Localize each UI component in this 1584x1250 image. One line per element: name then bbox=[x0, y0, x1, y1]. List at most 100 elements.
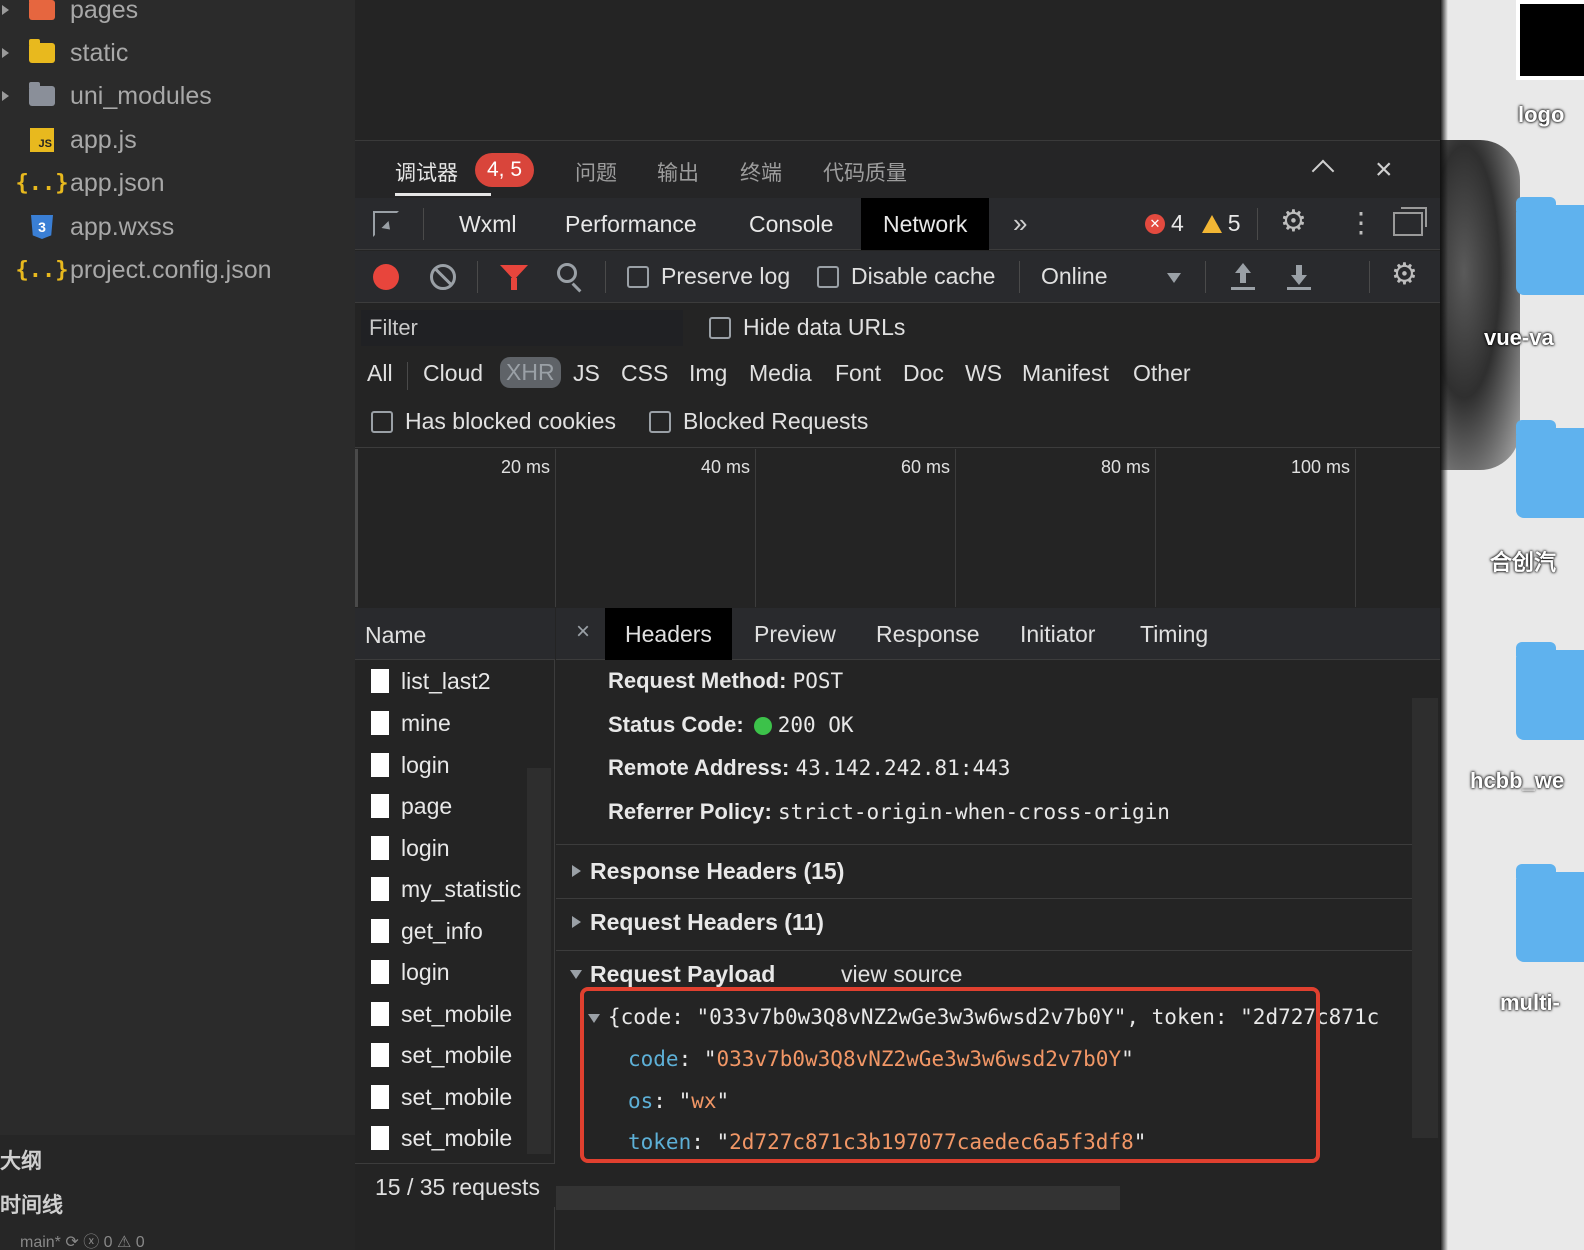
filter-type-manifest[interactable]: Manifest bbox=[1022, 360, 1109, 387]
filter-type-media[interactable]: Media bbox=[749, 360, 812, 387]
desktop-item-label[interactable]: 合创汽 bbox=[1490, 545, 1556, 577]
more-tabs-icon[interactable]: » bbox=[1013, 208, 1027, 239]
close-icon[interactable]: × bbox=[576, 618, 590, 646]
details-scrollbar[interactable] bbox=[1412, 698, 1438, 1138]
filter-type-css[interactable]: CSS bbox=[621, 360, 668, 387]
request-row[interactable]: get_info bbox=[355, 910, 527, 952]
has-blocked-cookies-checkbox[interactable]: Has blocked cookies bbox=[371, 408, 616, 435]
blocked-requests-checkbox[interactable]: Blocked Requests bbox=[649, 408, 868, 435]
inspect-element-icon[interactable] bbox=[373, 211, 399, 237]
desktop-item-label[interactable]: logo bbox=[1518, 102, 1564, 128]
request-row[interactable]: login bbox=[355, 951, 527, 993]
desktop-item-label[interactable]: vue-va bbox=[1484, 325, 1554, 351]
filter-type-cloud[interactable]: Cloud bbox=[423, 360, 483, 387]
request-row[interactable]: my_statistic bbox=[355, 868, 527, 910]
request-row[interactable]: set_mobile bbox=[355, 1034, 527, 1076]
folder-icon[interactable] bbox=[1516, 864, 1584, 962]
network-settings-gear-icon[interactable]: ⚙ bbox=[1391, 257, 1418, 292]
desktop-item-label[interactable]: hcbb_we bbox=[1470, 768, 1564, 794]
chevron-down-icon[interactable] bbox=[1167, 273, 1181, 283]
request-row[interactable]: set_mobile bbox=[355, 1117, 527, 1159]
filter-type-ws[interactable]: WS bbox=[965, 360, 1002, 387]
tree-item-project-config[interactable]: {..} project.config.json bbox=[0, 248, 355, 292]
folder-icon[interactable] bbox=[1516, 420, 1584, 518]
tab-debugger[interactable]: 调试器 bbox=[395, 157, 458, 187]
filter-input[interactable] bbox=[361, 310, 683, 346]
request-list-scrollbar[interactable] bbox=[527, 768, 551, 1154]
undock-icon[interactable] bbox=[1393, 207, 1427, 236]
chevron-up-icon[interactable] bbox=[1311, 159, 1335, 183]
tree-item-uni-modules[interactable]: uni_modules bbox=[0, 74, 355, 118]
collapse-caret-icon[interactable] bbox=[570, 970, 582, 979]
tab-performance[interactable]: Performance bbox=[543, 198, 719, 250]
document-icon bbox=[371, 919, 389, 943]
checkbox-box[interactable] bbox=[371, 410, 393, 433]
expand-caret-icon[interactable] bbox=[2, 48, 9, 58]
filter-type-xhr[interactable]: XHR bbox=[500, 357, 561, 388]
folder-icon[interactable] bbox=[1516, 642, 1584, 740]
clear-icon[interactable] bbox=[430, 264, 456, 290]
view-source-link[interactable]: view source bbox=[841, 961, 962, 988]
folder-icon[interactable] bbox=[1516, 197, 1584, 295]
search-icon[interactable] bbox=[557, 263, 577, 283]
tab-initiator[interactable]: Initiator bbox=[1000, 608, 1115, 660]
tab-preview[interactable]: Preview bbox=[734, 608, 856, 660]
expand-caret-icon[interactable] bbox=[572, 916, 581, 928]
tree-item-app-js[interactable]: JS app.js bbox=[0, 118, 355, 162]
hide-data-urls-checkbox[interactable]: Hide data URLs bbox=[709, 314, 905, 341]
tab-output[interactable]: 输出 bbox=[657, 157, 699, 187]
disable-cache-checkbox[interactable]: Disable cache bbox=[817, 263, 995, 290]
checkbox-box[interactable] bbox=[817, 265, 839, 288]
tab-console[interactable]: Console bbox=[727, 198, 855, 250]
request-row[interactable]: page bbox=[355, 785, 527, 827]
tab-terminal[interactable]: 终端 bbox=[740, 157, 782, 187]
request-row[interactable]: login bbox=[355, 827, 527, 869]
expand-caret-icon[interactable] bbox=[572, 865, 581, 877]
close-icon[interactable]: × bbox=[1375, 155, 1393, 185]
tab-network[interactable]: Network bbox=[861, 198, 990, 250]
timeline-label[interactable]: 时间线 bbox=[0, 1189, 63, 1219]
request-row[interactable]: set_mobile bbox=[355, 1076, 527, 1118]
expand-caret-icon[interactable] bbox=[2, 5, 9, 15]
outline-label[interactable]: 大纲 bbox=[0, 1145, 42, 1175]
tab-response[interactable]: Response bbox=[856, 608, 1000, 660]
console-issue-counter[interactable]: ✕ 4 5 bbox=[1145, 210, 1241, 237]
checkbox-box[interactable] bbox=[649, 410, 671, 433]
tree-item-static[interactable]: static bbox=[0, 31, 355, 75]
tab-timing[interactable]: Timing bbox=[1120, 608, 1228, 660]
tree-item-pages[interactable]: pages bbox=[0, 0, 355, 32]
more-options-icon[interactable]: ⋮ bbox=[1347, 208, 1375, 238]
filter-type-font[interactable]: Font bbox=[835, 360, 881, 387]
name-column-header[interactable]: Name bbox=[355, 608, 555, 660]
request-row[interactable]: set_mobile bbox=[355, 993, 527, 1035]
throttling-select[interactable]: Online bbox=[1041, 263, 1107, 290]
request-row[interactable]: mine bbox=[355, 702, 527, 744]
tab-code-quality[interactable]: 代码质量 bbox=[823, 157, 907, 187]
tab-headers[interactable]: Headers bbox=[605, 608, 732, 660]
filter-type-img[interactable]: Img bbox=[689, 360, 727, 387]
preserve-log-checkbox[interactable]: Preserve log bbox=[627, 263, 790, 290]
expand-caret-icon[interactable] bbox=[2, 91, 9, 101]
network-overview-timeline[interactable]: 20 ms 40 ms 60 ms 80 ms 100 ms bbox=[355, 449, 1440, 607]
filter-type-all[interactable]: All bbox=[367, 360, 393, 387]
checkbox-box[interactable] bbox=[709, 316, 731, 339]
tree-item-app-json[interactable]: {..} app.json bbox=[0, 161, 355, 205]
filter-type-other[interactable]: Other bbox=[1133, 360, 1191, 387]
settings-gear-icon[interactable]: ⚙ bbox=[1280, 204, 1307, 239]
desktop-item-label[interactable]: multi- bbox=[1500, 990, 1560, 1016]
filter-type-js[interactable]: JS bbox=[573, 360, 600, 387]
details-horizontal-scrollbar[interactable] bbox=[556, 1186, 1120, 1210]
checkbox-box[interactable] bbox=[627, 265, 649, 288]
response-headers-toggle[interactable]: Response Headers (15) bbox=[590, 858, 844, 885]
request-row[interactable]: list_last2 bbox=[355, 660, 527, 702]
filter-icon[interactable] bbox=[500, 265, 528, 290]
request-headers-toggle[interactable]: Request Headers (11) bbox=[590, 909, 824, 936]
filter-type-doc[interactable]: Doc bbox=[903, 360, 944, 387]
record-button[interactable] bbox=[373, 264, 399, 290]
request-row[interactable]: login bbox=[355, 744, 527, 786]
logo-file-icon[interactable] bbox=[1516, 0, 1584, 80]
tab-issues[interactable]: 问题 bbox=[575, 157, 617, 187]
tree-item-app-wxss[interactable]: 3 app.wxss bbox=[0, 205, 355, 249]
request-payload-toggle[interactable]: Request Payload bbox=[590, 961, 775, 988]
tab-wxml[interactable]: Wxml bbox=[437, 198, 538, 250]
